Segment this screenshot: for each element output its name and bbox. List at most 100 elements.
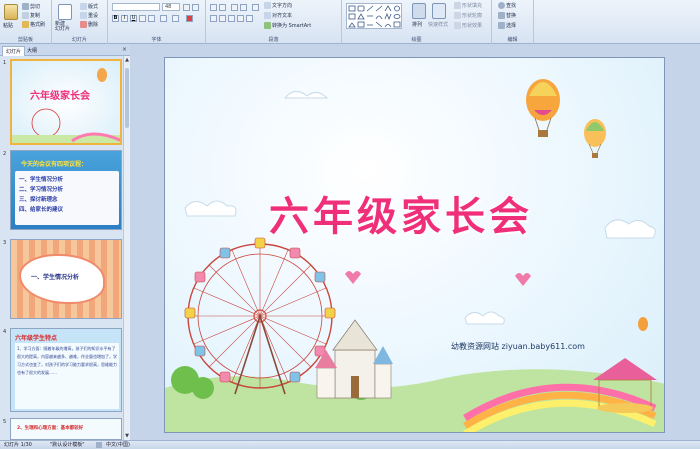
- delete-slide-button[interactable]: 删除: [80, 21, 98, 28]
- thumb-list: 一、学生情况分析 二、学习情况分析 三、探讨新理念 四、给家长的建议: [19, 175, 63, 215]
- arrange-button[interactable]: 排列: [412, 21, 422, 28]
- powerpoint-window: 粘贴 剪切 复制 格式刷 剪贴板 新建 幻灯片 版式 重设 删除 幻灯片 48 …: [0, 0, 700, 449]
- new-slide-icon[interactable]: [58, 4, 72, 20]
- scroll-down-icon[interactable]: ▼: [124, 433, 130, 439]
- cut-label: 剪切: [30, 4, 41, 10]
- brush-icon: [22, 21, 29, 28]
- layout-button[interactable]: 版式: [80, 3, 98, 10]
- slides-group-label: 幻灯片: [71, 37, 87, 43]
- slide-thumb-1[interactable]: 六年级家长会: [10, 59, 122, 145]
- slides-pane: 幻灯片 大纲 × 1 六年级家长会 2 今天的会议有四项议程： 一、学生情况分析…: [0, 44, 130, 440]
- tab-outline[interactable]: 大纲: [24, 46, 40, 55]
- tab-slides[interactable]: 幻灯片: [2, 46, 26, 56]
- smartart-icon: [264, 22, 271, 29]
- thumb-number: 1: [3, 60, 7, 66]
- replace-icon: [498, 12, 505, 19]
- select-label: 选择: [506, 23, 517, 29]
- list-item: 一、学生情况分析: [19, 177, 64, 183]
- drawing-group-label: 绘图: [411, 37, 422, 43]
- replace-button[interactable]: 替换: [498, 12, 516, 19]
- format-painter-button[interactable]: 格式刷: [22, 21, 45, 28]
- font-color-icon[interactable]: [186, 15, 193, 22]
- quick-styles-icon[interactable]: [432, 3, 446, 19]
- copy-icon: [22, 12, 29, 19]
- align-text-button[interactable]: 对齐文本: [264, 12, 292, 19]
- shapes-gallery-icons: [348, 5, 401, 28]
- copy-label: 复制: [30, 13, 41, 19]
- font-name-combo[interactable]: [112, 3, 160, 11]
- char-spacing-icon[interactable]: [160, 15, 167, 22]
- pane-scrollbar[interactable]: ▲ ▼: [123, 56, 130, 440]
- spell-check-icon[interactable]: [96, 442, 102, 448]
- reset-button[interactable]: 重设: [80, 12, 98, 19]
- slide-title[interactable]: 六年级家长会: [221, 184, 581, 242]
- smartart-label: 转换为 SmartArt: [272, 23, 312, 29]
- clipboard-group: 粘贴 剪切 复制 格式刷 剪贴板: [0, 0, 52, 44]
- text-direction-button[interactable]: 文字方向: [264, 2, 292, 9]
- close-icon[interactable]: ×: [122, 46, 127, 53]
- change-case-icon[interactable]: [172, 15, 179, 22]
- reset-icon: [80, 12, 87, 19]
- slide-canvas: 六年级家长会 幼教资源网站 ziyuan.baby611.com: [131, 44, 700, 440]
- shadow-icon[interactable]: [148, 15, 155, 22]
- slide-counter: 幻灯片 1/30: [4, 442, 32, 448]
- select-button[interactable]: 选择: [498, 22, 516, 29]
- line-spacing-icon[interactable]: [252, 4, 259, 11]
- list-item: 四、给家长的建议: [19, 207, 64, 213]
- list-item: 三、探讨新理念: [19, 197, 58, 203]
- grow-font-icon[interactable]: [183, 4, 190, 11]
- text-direction-icon: [264, 2, 271, 9]
- smartart-button[interactable]: 转换为 SmartArt: [264, 22, 311, 29]
- columns-icon[interactable]: [246, 15, 253, 22]
- align-left-icon[interactable]: [210, 15, 217, 22]
- text-direction-label: 文字方向: [272, 3, 293, 9]
- fill-icon: [454, 2, 461, 9]
- shape-effects-button[interactable]: 形状效果: [454, 22, 482, 29]
- bullets-icon[interactable]: [210, 4, 217, 11]
- increase-indent-icon[interactable]: [240, 4, 247, 11]
- thumb-number: 2: [3, 151, 7, 157]
- shape-outline-label: 形状轮廓: [462, 13, 483, 19]
- justify-icon[interactable]: [237, 15, 244, 22]
- strikethrough-icon[interactable]: [139, 15, 146, 22]
- numbering-icon[interactable]: [219, 4, 226, 11]
- editing-group: 查找 替换 选择 编辑: [492, 0, 534, 44]
- scroll-thumb[interactable]: [125, 68, 129, 128]
- thumb-heading: 六年级学生特点: [15, 335, 58, 342]
- new-slide-button[interactable]: 新建 幻灯片: [55, 22, 70, 32]
- shape-fill-button[interactable]: 形状填充: [454, 2, 482, 9]
- shape-outline-button[interactable]: 形状轮廓: [454, 12, 482, 19]
- align-right-icon[interactable]: [228, 15, 235, 22]
- shrink-font-icon[interactable]: [192, 4, 199, 11]
- slide-thumb-3[interactable]: 一、学生情况分析: [10, 239, 122, 319]
- slide-thumb-4[interactable]: 六年级学生特点 1、学习方面：随着年级的增高，孩子们的知识水平有了很大的提高，内…: [10, 328, 122, 412]
- copy-button[interactable]: 复制: [22, 12, 40, 19]
- align-center-icon[interactable]: [219, 15, 226, 22]
- watermark-text: 幼教资源网站 ziyuan.baby611.com: [451, 342, 585, 351]
- slide-thumb-5[interactable]: 2、生理和心理方面：基本都较好: [10, 418, 122, 440]
- paste-button[interactable]: 粘贴: [3, 22, 13, 29]
- cut-button[interactable]: 剪切: [22, 3, 40, 10]
- effects-icon: [454, 22, 461, 29]
- underline-icon[interactable]: U: [130, 15, 137, 22]
- slide-thumb-2[interactable]: 今天的会议有四项议程： 一、学生情况分析 二、学习情况分析 三、探讨新理念 四、…: [10, 150, 122, 230]
- shapes-gallery[interactable]: [346, 3, 402, 29]
- pane-tabs: 幻灯片 大纲 ×: [0, 44, 130, 56]
- arrange-icon[interactable]: [412, 3, 426, 19]
- font-group: 48 B I U 字体: [108, 0, 206, 44]
- scroll-up-icon[interactable]: ▲: [124, 57, 130, 63]
- paste-icon[interactable]: [4, 4, 18, 20]
- ribbon: 粘贴 剪切 复制 格式刷 剪贴板 新建 幻灯片 版式 重设 删除 幻灯片 48 …: [0, 0, 700, 44]
- thumb-number: 4: [3, 329, 7, 335]
- slide-1[interactable]: 六年级家长会 幼教资源网站 ziyuan.baby611.com: [164, 57, 665, 433]
- bold-icon[interactable]: B: [112, 15, 119, 22]
- font-size-combo[interactable]: 48: [162, 3, 180, 11]
- balloon-small-orange: [638, 317, 648, 331]
- find-button[interactable]: 查找: [498, 2, 516, 9]
- decrease-indent-icon[interactable]: [231, 4, 238, 11]
- theme-name: "默认设计模板": [50, 442, 85, 448]
- quick-styles-button[interactable]: 快速样式: [428, 21, 448, 28]
- thumb-illustration: [12, 68, 120, 143]
- italic-icon[interactable]: I: [121, 15, 128, 22]
- outline-icon: [454, 12, 461, 19]
